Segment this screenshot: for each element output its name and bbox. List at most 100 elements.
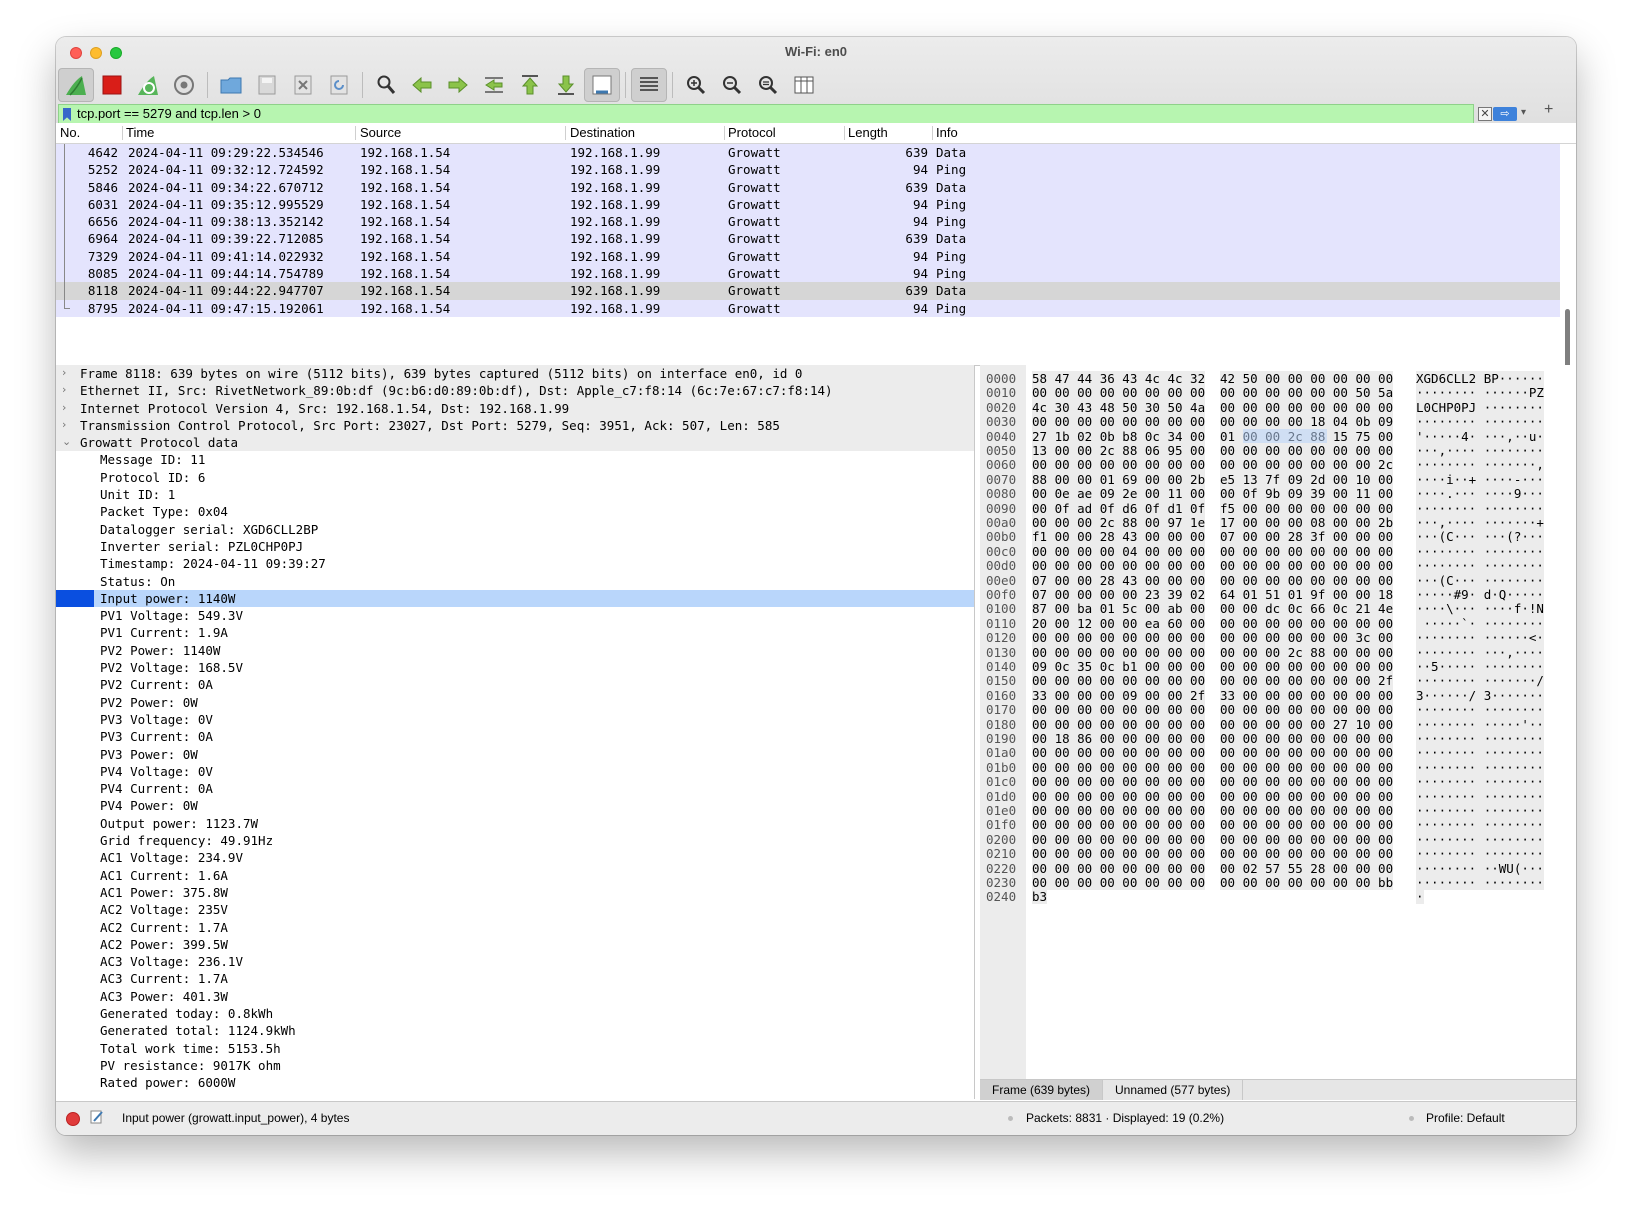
packet-cell-len: 94 — [912, 266, 928, 282]
hex-bytes-right: 33 00 00 00 00 00 00 00 — [1220, 687, 1394, 703]
capture-options-button[interactable] — [166, 68, 202, 102]
packet-row[interactable]: 6656 2024-04-11 09:38:13.352142 192.168.1.… — [56, 213, 1560, 231]
zoom-in-button[interactable] — [678, 68, 714, 102]
tab-unnamed-bytes[interactable]: Unnamed (577 bytes) — [1103, 1080, 1244, 1100]
chevron-right-icon[interactable]: › — [62, 418, 66, 431]
tab-frame-bytes[interactable]: Frame (639 bytes) — [980, 1080, 1104, 1100]
packet-row[interactable]: 5846 2024-04-11 09:34:22.670712 192.168.1.… — [56, 178, 1560, 196]
tree-item-field[interactable]: AC2 Power: 399.5W — [56, 936, 974, 953]
open-file-button[interactable] — [213, 68, 249, 102]
filter-bookmark-icon[interactable] — [63, 108, 71, 121]
tree-item-field[interactable]: AC2 Current: 1.7A — [56, 919, 974, 936]
packet-cell-time: 2024-04-11 09:34:22.670712 — [128, 179, 324, 195]
tree-item-field[interactable]: AC3 Voltage: 236.1V — [56, 953, 974, 970]
find-packet-button[interactable] — [368, 68, 404, 102]
tree-item-field[interactable]: PV2 Power: 0W — [56, 694, 974, 711]
column-header-length[interactable]: Length — [848, 125, 888, 140]
packet-row[interactable]: 5252 2024-04-11 09:32:12.724592 192.168.1.… — [56, 161, 1560, 179]
tree-item-field[interactable]: PV1 Current: 1.9A — [56, 624, 974, 641]
apply-filter-icon[interactable]: ⇨ — [1493, 107, 1517, 121]
reload-button[interactable] — [321, 68, 357, 102]
packet-row[interactable]: 8795 2024-04-11 09:47:15.192061 192.168.1.… — [56, 299, 1560, 317]
tree-item-field[interactable]: Packet Type: 0x04 — [56, 503, 974, 520]
tree-item-field[interactable]: PV resistance: 9017K ohm — [56, 1057, 974, 1074]
column-header-no[interactable]: No. — [60, 125, 80, 140]
tree-item-field[interactable]: Datalogger serial: XGD6CLL2BP — [56, 521, 974, 538]
column-header-destination[interactable]: Destination — [570, 125, 635, 140]
tree-item-field[interactable]: Unit ID: 1 — [56, 486, 974, 503]
tree-item-field[interactable]: Status: On — [56, 573, 974, 590]
hex-offset: 01e0 — [986, 803, 1017, 818]
close-file-button[interactable] — [285, 68, 321, 102]
display-filter-input[interactable]: tcp.port == 5279 and tcp.len > 0 — [58, 104, 1474, 124]
go-forward-button[interactable] — [440, 68, 476, 102]
tree-item-field[interactable]: Output power: 1123.7W — [56, 815, 974, 832]
tree-item-field[interactable]: PV3 Current: 0A — [56, 728, 974, 745]
start-capture-button[interactable] — [58, 68, 94, 102]
tree-item-field[interactable]: PV1 Voltage: 549.3V — [56, 607, 974, 624]
column-header-source[interactable]: Source — [360, 125, 401, 140]
packet-row[interactable]: 8085 2024-04-11 09:44:14.754789 192.168.1.… — [56, 265, 1560, 283]
tree-item-field[interactable]: Inverter serial: PZL0CHP0PJ — [56, 538, 974, 555]
go-back-button[interactable] — [404, 68, 440, 102]
tree-item-field[interactable]: Generated today: 0.8kWh — [56, 1005, 974, 1022]
autoscroll-button[interactable] — [584, 68, 620, 102]
tree-item-protocol[interactable]: › Frame 8118: 639 bytes on wire (5112 bit… — [56, 365, 974, 383]
tree-item-field[interactable]: Timestamp: 2024-04-11 09:39:27 — [56, 555, 974, 572]
edit-comment-icon[interactable] — [90, 1109, 104, 1125]
last-packet-button[interactable] — [548, 68, 584, 102]
resize-columns-button[interactable] — [786, 68, 822, 102]
tree-item-field[interactable]: PV3 Power: 0W — [56, 746, 974, 763]
column-header-time[interactable]: Time — [126, 125, 154, 140]
chevron-right-icon[interactable]: › — [62, 383, 66, 396]
packet-row[interactable]: 6964 2024-04-11 09:39:22.712085 192.168.1.… — [56, 230, 1560, 248]
tree-item-field[interactable]: AC1 Voltage: 234.9V — [56, 849, 974, 866]
tree-item-field[interactable]: PV2 Voltage: 168.5V — [56, 659, 974, 676]
tree-item-field[interactable]: PV2 Current: 0A — [56, 676, 974, 693]
tree-item-field[interactable]: Generated total: 1124.9kWh — [56, 1022, 974, 1039]
chevron-right-icon[interactable]: › — [62, 401, 66, 414]
tree-item-field[interactable]: AC1 Current: 1.6A — [56, 867, 974, 884]
tree-item-field[interactable]: Input power: 1140W — [56, 589, 974, 608]
hex-bytes-right: 00 00 00 00 00 00 00 00 — [1220, 774, 1394, 790]
packet-row[interactable]: 4642 2024-04-11 09:29:22.534546 192.168.1.… — [56, 144, 1560, 162]
tree-item-protocol[interactable]: › Internet Protocol Version 4, Src: 192.1… — [56, 399, 974, 417]
tree-item-field[interactable]: AC1 Power: 375.8W — [56, 884, 974, 901]
zoom-out-button[interactable] — [714, 68, 750, 102]
colorize-button[interactable] — [631, 68, 667, 102]
tree-item-field[interactable]: PV3 Voltage: 0V — [56, 711, 974, 728]
expert-info-icon[interactable] — [66, 1112, 80, 1126]
tree-item-field[interactable]: AC2 Voltage: 235V — [56, 901, 974, 918]
tree-item-field[interactable]: Total work time: 5153.5h — [56, 1040, 974, 1057]
tree-item-field[interactable]: PV4 Voltage: 0V — [56, 763, 974, 780]
clear-filter-icon[interactable]: ✕ — [1478, 107, 1492, 121]
go-to-packet-button[interactable] — [476, 68, 512, 102]
packet-row[interactable]: 8118 2024-04-11 09:44:22.947707 192.168.1.… — [56, 282, 1560, 300]
add-filter-button[interactable]: + — [1544, 101, 1553, 119]
normal-size-button[interactable] — [750, 68, 786, 102]
tree-item-field[interactable]: Message ID: 11 — [56, 451, 974, 468]
first-packet-button[interactable] — [512, 68, 548, 102]
tree-item-field[interactable]: PV2 Power: 1140W — [56, 642, 974, 659]
tree-item-field[interactable]: AC3 Current: 1.7A — [56, 970, 974, 987]
tree-item-protocol[interactable]: › Ethernet II, Src: RivetNetwork_89:0b:df… — [56, 382, 974, 400]
tree-item-field[interactable]: PV4 Power: 0W — [56, 797, 974, 814]
stop-capture-button[interactable] — [94, 68, 130, 102]
tree-item-field[interactable]: Rated power: 6000W — [56, 1074, 974, 1091]
chevron-right-icon[interactable]: › — [62, 366, 66, 379]
tree-item-field[interactable]: Grid frequency: 49.91Hz — [56, 832, 974, 849]
tree-item-field[interactable]: PV4 Current: 0A — [56, 780, 974, 797]
tree-item-protocol[interactable]: › Transmission Control Protocol, Src Port… — [56, 416, 974, 435]
save-file-button[interactable] — [249, 68, 285, 102]
filter-history-chevron-down-icon[interactable]: ▾ — [1521, 107, 1526, 118]
status-profile[interactable]: Profile: Default — [1426, 1111, 1505, 1125]
restart-capture-button[interactable] — [130, 68, 166, 102]
tree-item-field[interactable]: Protocol ID: 6 — [56, 469, 974, 486]
packet-row[interactable]: 6031 2024-04-11 09:35:12.995529 192.168.1.… — [56, 195, 1560, 214]
packet-row[interactable]: 7329 2024-04-11 09:41:14.022932 192.168.1.… — [56, 247, 1560, 266]
column-header-protocol[interactable]: Protocol — [728, 125, 776, 140]
tree-item-field[interactable]: AC3 Power: 401.3W — [56, 988, 974, 1005]
chevron-down-icon[interactable]: ⌄ — [62, 435, 71, 448]
column-header-info[interactable]: Info — [936, 125, 958, 140]
tree-item-protocol[interactable]: ⌄ Growatt Protocol data — [56, 434, 974, 452]
